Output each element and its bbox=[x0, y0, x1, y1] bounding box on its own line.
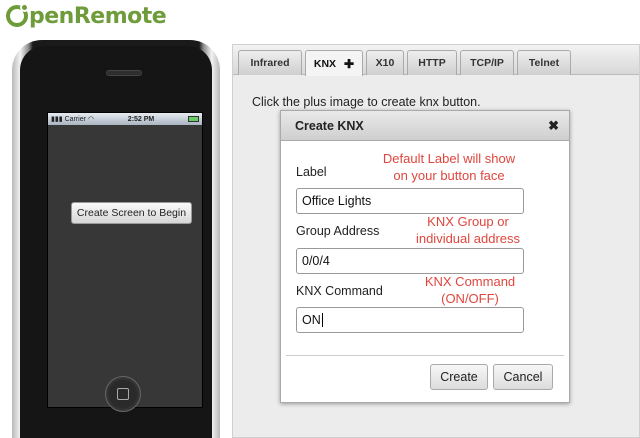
tab-label: KNX bbox=[313, 57, 337, 70]
tab-knx[interactable]: KNX ✚ bbox=[305, 50, 363, 76]
label-input-value: Office Lights bbox=[302, 194, 372, 208]
tab-label: Telnet bbox=[528, 57, 560, 69]
annotation-line: on your button face bbox=[393, 168, 505, 183]
carrier-label: Carrier bbox=[64, 115, 86, 123]
status-bar: ▮▮▮ Carrier ◠ 2:52 PM bbox=[48, 113, 202, 125]
tab-telnet[interactable]: Telnet bbox=[517, 50, 571, 75]
dialog-divider bbox=[286, 355, 564, 356]
phone-screen: ▮▮▮ Carrier ◠ 2:52 PM Create Screen to Beg… bbox=[47, 112, 203, 408]
group-address-value: 0/0/4 bbox=[302, 254, 330, 268]
close-icon[interactable]: ✖ bbox=[548, 118, 559, 134]
group-address-label: Group Address bbox=[296, 224, 380, 238]
annotation-line: individual address bbox=[415, 231, 521, 246]
create-button[interactable]: Create bbox=[430, 364, 488, 390]
tab-http[interactable]: HTTP bbox=[407, 50, 457, 75]
tab-label: Infrared bbox=[250, 57, 290, 69]
group-annotation: KNX Group or individual address bbox=[398, 213, 538, 247]
dialog-header[interactable]: Create KNX ✖ bbox=[281, 111, 569, 141]
tab-label: TCP/IP bbox=[470, 57, 504, 69]
command-annotation: KNX Command (ON/OFF) bbox=[410, 273, 530, 307]
text-cursor bbox=[321, 313, 323, 327]
hint-text: Click the plus image to create knx butto… bbox=[252, 95, 481, 109]
tab-tcpip[interactable]: TCP/IP bbox=[460, 50, 514, 75]
openremote-logo: penRemote bbox=[6, 2, 167, 30]
tab-infrared[interactable]: Infrared bbox=[238, 50, 302, 75]
group-address-input[interactable]: 0/0/4 bbox=[296, 248, 524, 274]
label-annotation: Default Label will show on your button f… bbox=[374, 150, 524, 184]
annotation-line: KNX Command bbox=[424, 274, 516, 289]
label-input[interactable]: Office Lights bbox=[296, 188, 524, 214]
logo-text: penRemote bbox=[29, 3, 167, 29]
iphone-preview: ▮▮▮ Carrier ◠ 2:52 PM Create Screen to Beg… bbox=[12, 40, 220, 438]
knx-command-label: KNX Command bbox=[296, 284, 383, 298]
signal-icon: ▮▮▮ bbox=[51, 116, 63, 123]
knx-command-value: ON bbox=[302, 313, 321, 327]
plus-icon[interactable]: ✚ bbox=[344, 57, 354, 71]
annotation-line: KNX Group or bbox=[427, 214, 509, 229]
speaker-grille bbox=[106, 70, 142, 76]
wifi-icon: ◠ bbox=[87, 116, 95, 123]
annotation-line: Default Label will show bbox=[382, 151, 516, 166]
tab-x10[interactable]: X10 bbox=[366, 50, 404, 75]
tab-label: X10 bbox=[375, 57, 395, 69]
protocol-tabs: Infrared KNX ✚ X10 HTTP TCP/IP Telnet bbox=[233, 45, 639, 76]
tab-label: HTTP bbox=[418, 57, 446, 69]
label-field-label: Label bbox=[296, 165, 327, 179]
battery-icon bbox=[188, 116, 199, 122]
cancel-button[interactable]: Cancel bbox=[493, 364, 553, 390]
status-time: 2:52 PM bbox=[127, 115, 155, 123]
home-button bbox=[105, 376, 141, 412]
knx-command-input[interactable]: ON bbox=[296, 307, 524, 333]
dialog-title: Create KNX bbox=[295, 118, 364, 133]
logo-o-icon bbox=[6, 3, 29, 27]
annotation-line: (ON/OFF) bbox=[441, 291, 499, 306]
create-screen-button[interactable]: Create Screen to Begin bbox=[71, 202, 192, 224]
